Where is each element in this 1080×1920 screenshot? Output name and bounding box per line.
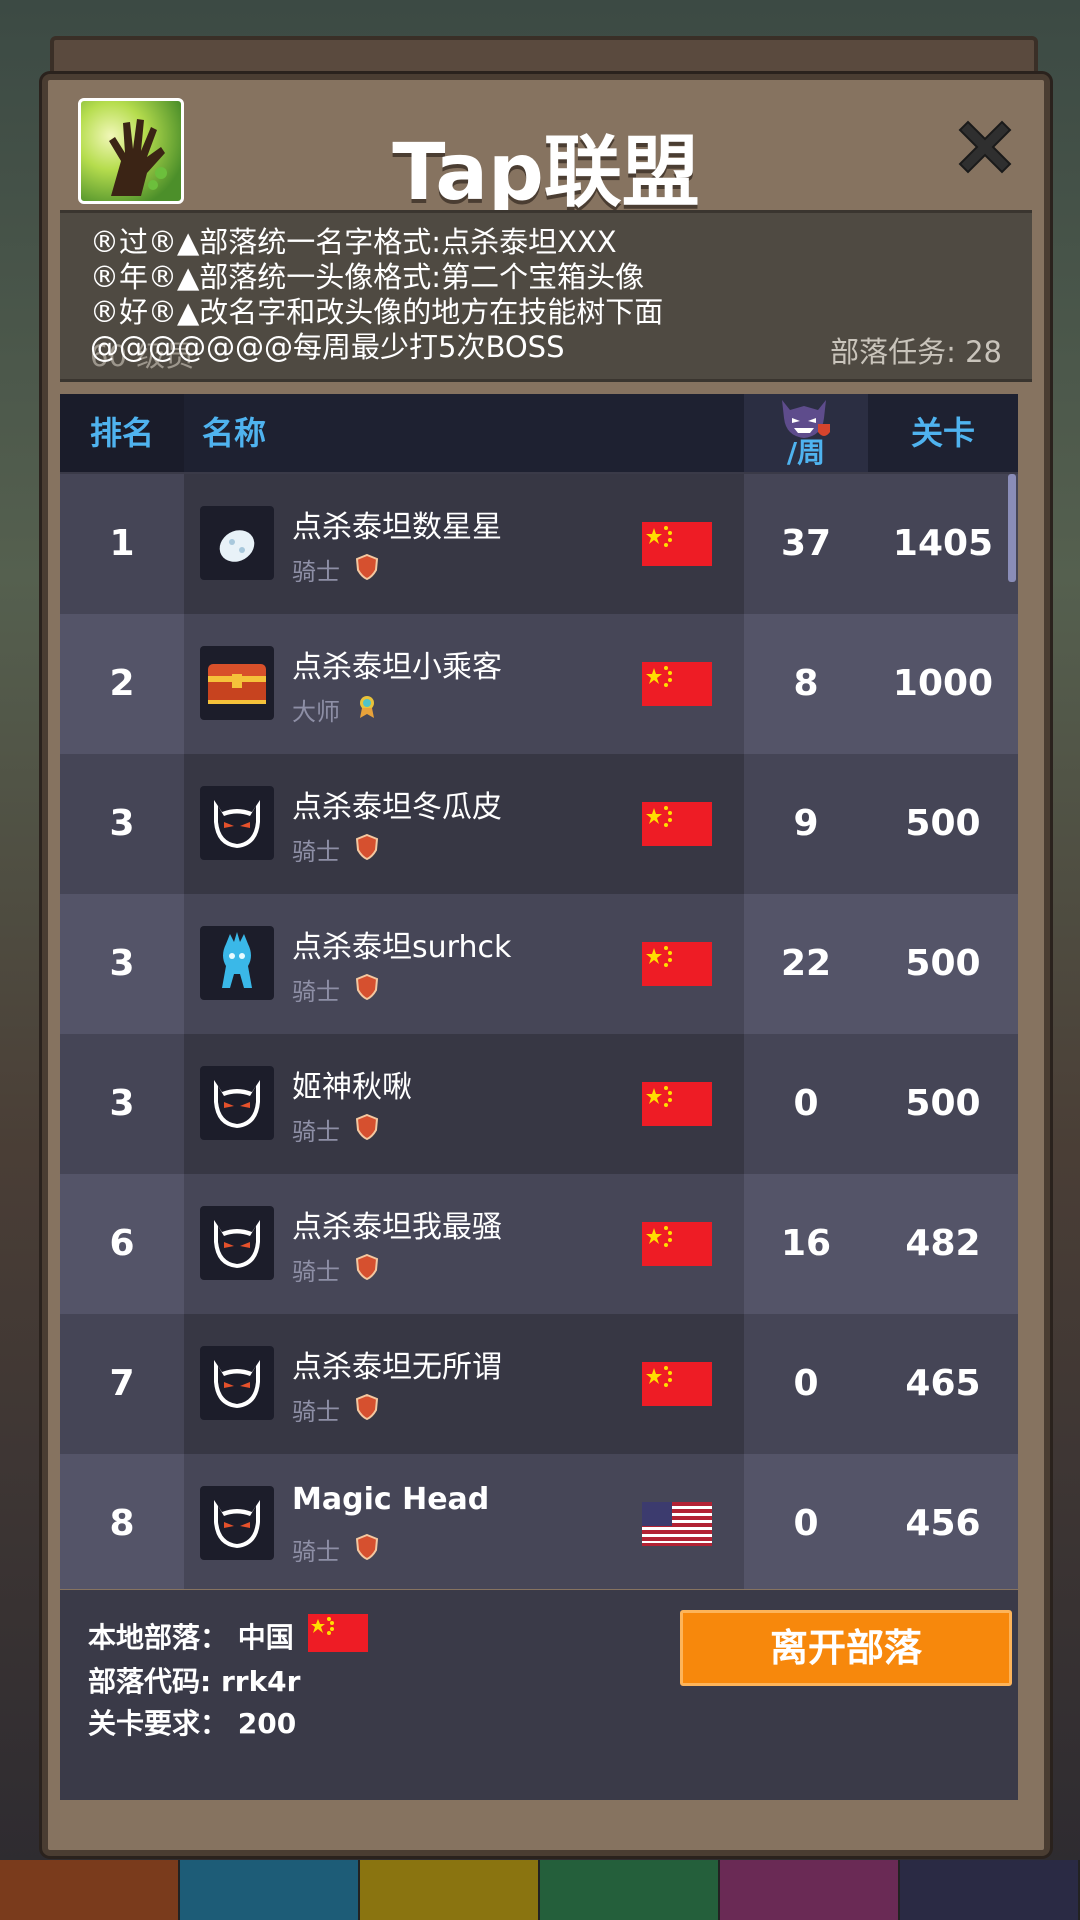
player-name: 姬神秋啾: [292, 1070, 412, 1105]
player-role: 骑士: [292, 1258, 340, 1286]
header-week: /周: [744, 394, 868, 472]
weekly-boss-cell: 8: [744, 614, 868, 754]
player-role: 大师: [292, 698, 340, 726]
china-flag-icon: [308, 1614, 368, 1652]
local-clan-label: 本地部落： 中国: [88, 1621, 294, 1654]
table-scrollbar[interactable]: [1008, 474, 1016, 582]
treasure-chest-icon: [200, 646, 274, 720]
demon-face-icon: [200, 786, 274, 860]
egg-icon: [200, 506, 274, 580]
bottom-tab-bar: [0, 1860, 1080, 1920]
player-name: 点杀泰坦小乘客: [292, 650, 502, 685]
stage-cell: 465: [868, 1314, 1018, 1454]
player-role: 骑士: [292, 1538, 340, 1566]
table-row[interactable]: 3 点杀泰坦surhck 骑士 22 500: [60, 894, 1018, 1034]
weekly-boss-cell: 0: [744, 1314, 868, 1454]
stage-cell: 1000: [868, 614, 1018, 754]
player-name: 点杀泰坦冬瓜皮: [292, 790, 502, 825]
player-name: 点杀泰坦数星星: [292, 510, 502, 545]
header-week-label: /周: [786, 436, 826, 469]
clan-task-count: 部落任务: 28: [830, 335, 1002, 369]
stage-cell: 482: [868, 1174, 1018, 1314]
knight-shield-icon: [356, 1394, 378, 1420]
knight-shield-icon: [356, 1254, 378, 1280]
table-row[interactable]: 6 点杀泰坦我最骚 骑士 16 482: [60, 1174, 1018, 1314]
rank-cell: 3: [60, 894, 184, 1034]
table-row[interactable]: 3 姬神秋啾 骑士 0 500: [60, 1034, 1018, 1174]
header-name: 名称: [202, 414, 267, 452]
stage-cell: 1405: [868, 474, 1018, 614]
player-role: 骑士: [292, 558, 340, 586]
usa-flag-icon: [642, 1502, 712, 1546]
knight-shield-icon: [356, 974, 378, 1000]
player-name: 点杀泰坦surhck: [292, 930, 512, 965]
clan-info-panel: 本地部落： 中国 部落代码: rrk4r 关卡要求： 200 离开部落: [60, 1590, 1018, 1800]
player-name: Magic Head: [292, 1482, 490, 1517]
clan-code-label: 部落代码: rrk4r: [88, 1665, 301, 1698]
rank-cell: 7: [60, 1314, 184, 1454]
header-level: 关卡: [910, 414, 975, 452]
stage-cell: 500: [868, 894, 1018, 1034]
stage-cell: 500: [868, 754, 1018, 894]
table-row[interactable]: 3 点杀泰坦冬瓜皮 骑士 9 500: [60, 754, 1018, 894]
leave-clan-button[interactable]: 离开部落: [680, 1610, 1012, 1686]
knight-shield-icon: [356, 1534, 378, 1560]
knight-shield-icon: [356, 1114, 378, 1140]
rank-cell: 3: [60, 1034, 184, 1174]
notice-line: @@@@@@@每周最少打5次BOSS: [90, 330, 565, 364]
rank-cell: 8: [60, 1454, 184, 1589]
china-flag-icon: [642, 1082, 712, 1126]
header-rank: 排名: [60, 394, 184, 472]
player-role: 骑士: [292, 1398, 340, 1426]
close-icon: [958, 120, 1012, 174]
player-name: 点杀泰坦无所谓: [292, 1350, 502, 1385]
weekly-boss-cell: 22: [744, 894, 868, 1034]
clan-dialog: Tap联盟 ®过®▲部落统一名字格式:点杀泰坦XXX ®年®▲部落统一头像格式:…: [42, 74, 1050, 1856]
demon-face-icon: [200, 1206, 274, 1280]
weekly-boss-cell: 0: [744, 1454, 868, 1589]
knight-shield-icon: [356, 834, 378, 860]
table-row[interactable]: 7 点杀泰坦无所谓 骑士 0 465: [60, 1314, 1018, 1454]
weekly-boss-cell: 16: [744, 1174, 868, 1314]
player-name: 点杀泰坦我最骚: [292, 1210, 502, 1245]
master-medal-icon: [360, 696, 374, 718]
china-flag-icon: [642, 942, 712, 986]
weekly-boss-cell: 37: [744, 474, 868, 614]
player-role: 骑士: [292, 838, 340, 866]
table-row[interactable]: 8 Magic Head 骑士 0 456: [60, 1454, 1018, 1589]
demon-face-icon: [200, 1486, 274, 1560]
member-table: 排名 名称 /周 关卡 1 点杀泰坦数星星 骑士 37 1405 2 点杀泰坦小…: [60, 394, 1018, 1589]
stage-cell: 456: [868, 1454, 1018, 1589]
weekly-boss-cell: 9: [744, 754, 868, 894]
demon-face-icon: [200, 1066, 274, 1140]
rank-cell: 6: [60, 1174, 184, 1314]
player-role: 骑士: [292, 978, 340, 1006]
table-row[interactable]: 1 点杀泰坦数星星 骑士 37 1405: [60, 474, 1018, 614]
table-header: 排名 名称 /周 关卡: [60, 394, 1018, 472]
player-role: 骑士: [292, 1118, 340, 1146]
china-flag-icon: [642, 1222, 712, 1266]
rank-cell: 2: [60, 614, 184, 754]
knight-shield-icon: [356, 554, 378, 580]
close-button[interactable]: [950, 112, 1020, 182]
table-row[interactable]: 2 点杀泰坦小乘客 大师 8 1000: [60, 614, 1018, 754]
demon-face-icon: [200, 1346, 274, 1420]
ice-spirit-icon: [200, 926, 274, 1000]
rank-cell: 3: [60, 754, 184, 894]
china-flag-icon: [642, 662, 712, 706]
china-flag-icon: [642, 522, 712, 566]
china-flag-icon: [642, 802, 712, 846]
stage-requirement-label: 关卡要求： 200: [88, 1707, 297, 1740]
weekly-boss-cell: 0: [744, 1034, 868, 1174]
china-flag-icon: [642, 1362, 712, 1406]
clan-notice-board: ®过®▲部落统一名字格式:点杀泰坦XXX ®年®▲部落统一头像格式:第二个宝箱头…: [60, 210, 1032, 382]
rank-cell: 1: [60, 474, 184, 614]
clan-title: Tap联盟: [392, 128, 700, 218]
stage-cell: 500: [868, 1034, 1018, 1174]
